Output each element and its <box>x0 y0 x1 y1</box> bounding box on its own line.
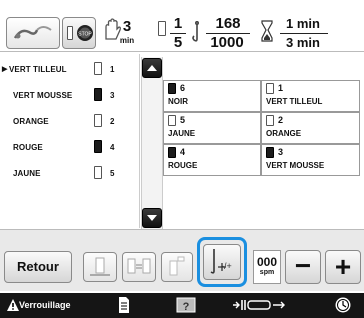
document-icon[interactable] <box>117 296 131 314</box>
thread-number: 4 <box>110 143 115 152</box>
thread-name: JAUNE <box>13 169 41 178</box>
stop-icon: STOP <box>77 25 93 41</box>
spool-stand-icon <box>90 257 110 276</box>
thread-number: 5 <box>110 169 115 178</box>
thread-number: 2 <box>110 117 115 126</box>
needle-thread-name: NOIR <box>168 97 188 106</box>
spool-compare-button[interactable] <box>122 252 156 282</box>
needle-thread-name: ROUGE <box>168 161 198 170</box>
current-thread-marker-icon: ▶ <box>2 66 8 73</box>
needle-thread-name: VERT TILLEUL <box>266 97 323 106</box>
spool-stand-button[interactable] <box>83 252 117 282</box>
scrollbar-track[interactable] <box>141 57 163 229</box>
thread-name: ROUGE <box>13 143 43 152</box>
thread-list-row[interactable]: ▶ VERT TILLEUL 1 <box>0 58 140 80</box>
thread-number: 3 <box>110 91 115 100</box>
scroll-up-button[interactable] <box>142 58 162 78</box>
needle-spool-icon <box>168 83 176 94</box>
spm-value: 000 <box>256 255 278 269</box>
thread-number: 1 <box>110 65 115 74</box>
needle-plus-minus-icon: -/+ <box>210 249 232 274</box>
back-button[interactable]: Retour <box>4 251 72 283</box>
time-top: 1 min <box>286 16 320 31</box>
needle-cell[interactable]: 2 ORANGE <box>261 112 360 144</box>
thread-spool-icon <box>94 88 102 101</box>
frame-move-icon[interactable] <box>232 297 288 313</box>
stop-button[interactable]: STOP <box>62 17 96 49</box>
spool-icon-header <box>158 21 166 36</box>
thread-list: ▶ VERT TILLEUL 1 VERT MOUSSE 3 ORANGE 2 … <box>0 54 140 228</box>
speed-display: 000 spm <box>253 250 281 284</box>
warning-icon <box>7 299 19 311</box>
lock-button[interactable]: Verrouillage <box>2 294 76 317</box>
back-button-label: Retour <box>17 259 59 274</box>
needle-cell[interactable]: 5 JAUNE <box>163 112 261 144</box>
clock-icon[interactable] <box>334 296 352 314</box>
hourglass-icon <box>261 20 273 42</box>
thread-spool-icon <box>94 140 102 153</box>
needle-number: 3 <box>278 147 284 157</box>
plus-label: + <box>334 251 352 282</box>
thread-name: ORANGE <box>13 117 49 126</box>
needle-cell[interactable]: 4 ROUGE <box>163 144 261 176</box>
needle-number: 5 <box>180 115 186 125</box>
spool-icon <box>67 26 73 40</box>
needle-cell[interactable]: 1 VERT TILLEUL <box>261 80 360 112</box>
thread-spool-icon <box>94 166 102 179</box>
spool-sequence-button[interactable] <box>161 252 193 282</box>
needle-plus-minus-button[interactable]: -/+ <box>203 244 241 280</box>
speed-unit: min <box>119 36 135 45</box>
svg-text:-/+: -/+ <box>221 261 232 271</box>
speed-value: 3 <box>122 18 132 35</box>
needle-number: 4 <box>180 147 186 157</box>
spm-unit: spm <box>259 269 275 276</box>
help-icon[interactable]: ? <box>175 296 197 314</box>
needle-number: 2 <box>278 115 284 125</box>
thread-list-row[interactable]: ORANGE 2 <box>0 110 140 132</box>
needle-cell[interactable]: 3 VERT MOUSSE <box>261 144 360 176</box>
time-bottom: 3 min <box>286 35 320 50</box>
needle-thread-name: VERT MOUSSE <box>266 161 325 170</box>
stitch-count-bottom: 1000 <box>210 34 244 51</box>
stop-fraction-top: 1 <box>173 15 183 32</box>
time-fraction-line <box>280 33 328 34</box>
svg-text:?: ? <box>183 301 190 313</box>
thread-list-row[interactable]: JAUNE 5 <box>0 162 140 184</box>
svg-text:STOP: STOP <box>78 32 92 38</box>
arrow-up-icon <box>147 65 157 71</box>
speed-plus-button[interactable]: + <box>325 250 361 284</box>
needle-spool-icon <box>266 83 274 94</box>
spool-swap-icon <box>127 258 151 274</box>
thread-list-row[interactable]: VERT MOUSSE 3 <box>0 84 140 106</box>
thread-name: VERT TILLEUL <box>9 65 67 74</box>
lock-label: Verrouillage <box>19 300 71 310</box>
needle-spool-icon <box>168 147 176 158</box>
spool-sequence-icon <box>169 256 185 276</box>
thread-spool-icon <box>94 62 102 75</box>
needle-number: 6 <box>180 83 186 93</box>
needle-thread-name: JAUNE <box>168 129 196 138</box>
needle-grid: 6 NOIR 1 VERT TILLEUL 5 JAUNE 2 ORANGE 4… <box>163 60 360 188</box>
needle-spool-icon <box>266 147 274 158</box>
needle-icon <box>192 21 199 42</box>
needle-spool-icon <box>266 115 274 126</box>
thread-list-row[interactable]: ROUGE 4 <box>0 136 140 158</box>
stop-fraction-bottom: 5 <box>173 34 183 51</box>
needle-cell[interactable]: 6 NOIR <box>163 80 261 112</box>
stitch-count-top: 168 <box>215 15 241 32</box>
needle-number: 1 <box>278 83 284 93</box>
minus-label: − <box>294 250 312 281</box>
embroidery-preview[interactable] <box>6 17 60 49</box>
thread-name: VERT MOUSSE <box>13 91 73 100</box>
needle-thread-name: ORANGE <box>266 129 302 138</box>
thread-spool-icon <box>94 114 102 127</box>
needle-spool-icon <box>168 115 176 126</box>
embroidery-motif-icon <box>13 26 52 39</box>
arrow-down-icon <box>147 215 157 221</box>
scroll-down-button[interactable] <box>142 208 162 228</box>
speed-minus-button[interactable]: − <box>285 250 321 284</box>
